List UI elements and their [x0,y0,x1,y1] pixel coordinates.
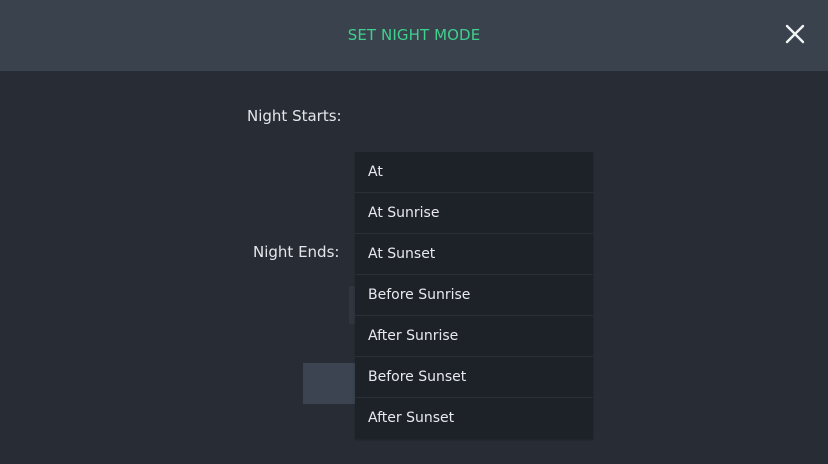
night-mode-dialog: SET NIGHT MODE Night Starts: Night Ends:… [0,0,828,464]
night-start-options-dropdown[interactable]: At At Sunrise At Sunset Before Sunrise A… [355,152,593,439]
dropdown-option-before-sunrise[interactable]: Before Sunrise [355,275,593,316]
dropdown-option-before-sunset[interactable]: Before Sunset [355,357,593,398]
close-icon [785,24,805,44]
night-starts-label: Night Starts: [247,107,342,125]
dropdown-option-at[interactable]: At [355,152,593,193]
dialog-header: SET NIGHT MODE [0,0,828,71]
close-button[interactable] [784,23,806,45]
dropdown-option-at-sunset[interactable]: At Sunset [355,234,593,275]
dropdown-option-after-sunset[interactable]: After Sunset [355,398,593,439]
dropdown-option-at-sunrise[interactable]: At Sunrise [355,193,593,234]
obscured-button[interactable] [303,363,357,404]
dropdown-option-after-sunrise[interactable]: After Sunrise [355,316,593,357]
night-ends-label: Night Ends: [253,243,340,261]
dialog-title: SET NIGHT MODE [347,26,481,44]
